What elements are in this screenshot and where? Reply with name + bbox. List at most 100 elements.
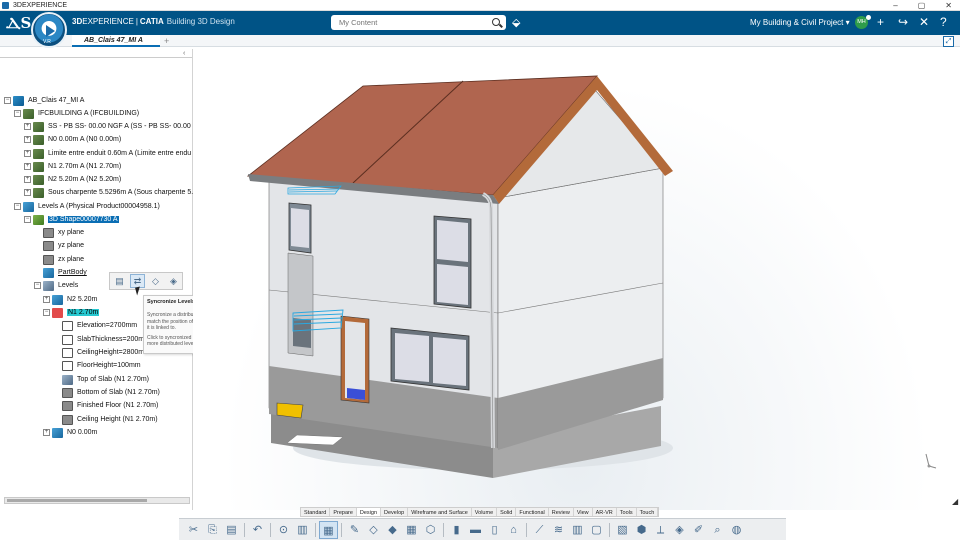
tab-document[interactable]: AB_Clais 47_MI A — [72, 35, 160, 47]
cube-icon[interactable]: ⬢ — [632, 521, 651, 539]
tree-node-ifc-building[interactable]: − IFCBUILDING A (IFCBUILDING) — [14, 107, 139, 120]
floor-icon[interactable]: ◆ — [383, 521, 402, 539]
space-icon[interactable]: ▧ — [613, 521, 632, 539]
expand-toggle[interactable]: + — [24, 150, 31, 157]
annotation-icon[interactable]: ✐ — [689, 521, 708, 539]
measure-icon[interactable]: ⟂ — [651, 521, 670, 539]
section-tab-touch[interactable]: Touch — [637, 508, 659, 516]
expand-toggle[interactable]: + — [24, 123, 31, 130]
floor-plane-icon[interactable]: ◇ — [148, 274, 163, 288]
section-tab-functional[interactable]: Functional — [516, 508, 549, 516]
expand-toggle[interactable]: + — [43, 296, 50, 303]
compass-axis-icon[interactable] — [923, 452, 937, 470]
structure-icon[interactable]: ⬡ — [421, 521, 440, 539]
section-tab-prepare[interactable]: Prepare — [330, 508, 357, 516]
tree-node-n2-level[interactable]: + N2 5.20m A (N2 5.20m) — [24, 173, 121, 186]
tree-node-xy-plane[interactable]: xy plane — [43, 226, 84, 239]
section-tab-solid[interactable]: Solid — [497, 508, 517, 516]
undo-icon[interactable]: ↶ — [248, 521, 267, 539]
opening-icon[interactable]: ▢ — [587, 521, 606, 539]
tree-node-3d-shape[interactable]: − 3D Shape00007730 A — [24, 213, 119, 226]
tree-node-sous-charpente[interactable]: + Sous charpente 5.5296m A (Sous charpent… — [24, 186, 197, 199]
sketch-icon[interactable]: ✎ — [345, 521, 364, 539]
tree-node-root[interactable]: − AB_Clais 47_MI A — [4, 94, 84, 107]
section-tab-standard[interactable]: Standard — [301, 508, 331, 516]
tree-node-n1[interactable]: − N1 2.70m — [43, 306, 100, 319]
expand-toggle[interactable]: + — [24, 163, 31, 170]
section-tab-review[interactable]: Review — [549, 508, 574, 516]
tree-node-zx-plane[interactable]: zx plane — [43, 253, 84, 266]
copy-icon[interactable]: ⎘ — [203, 521, 222, 539]
slab-icon[interactable]: ◇ — [364, 521, 383, 539]
tree-node-floor-height[interactable]: FloorHeight=100mm — [62, 359, 141, 372]
share-icon[interactable]: ↪ — [898, 15, 908, 29]
expand-toggle[interactable]: + — [24, 136, 31, 143]
tree-node-bottom-of-slab[interactable]: Bottom of Slab (N1 2.70m) — [62, 386, 160, 399]
tree-node-top-of-slab[interactable]: Top of Slab (N1 2.70m) — [62, 373, 149, 386]
wall-icon[interactable]: ▮ — [447, 521, 466, 539]
scissors-icon[interactable]: ✂ — [184, 521, 203, 539]
level-icon[interactable]: ▤ — [112, 274, 127, 288]
section-tab-view[interactable]: View — [574, 508, 593, 516]
maximize-button[interactable]: ▢ — [918, 0, 926, 11]
collapse-toggle[interactable]: − — [43, 309, 50, 316]
section-tab-tools[interactable]: Tools — [617, 508, 637, 516]
tree-node-ss-pb[interactable]: + SS - PB SS- 00.00 NGF A (SS - PB SS- 00… — [24, 120, 203, 133]
collapse-toggle[interactable]: − — [34, 282, 41, 289]
tree-node-ceiling-height[interactable]: Ceiling Height (N1 2.70m) — [62, 413, 158, 426]
book-icon[interactable]: ▥ — [293, 521, 312, 539]
house-model[interactable] — [193, 48, 960, 510]
tree-node-slab-thickness[interactable]: SlabThickness=200mm — [62, 333, 150, 346]
scroll-thumb[interactable] — [7, 499, 147, 502]
collapse-toggle[interactable]: − — [14, 203, 21, 210]
zoom-icon[interactable]: ⊙ — [274, 521, 293, 539]
grid-icon[interactable]: ▦ — [402, 521, 421, 539]
community-icon[interactable]: ✕ — [919, 15, 929, 29]
collapse-toggle[interactable]: − — [4, 97, 11, 104]
add-icon[interactable]: + — [877, 15, 884, 29]
search-tool-icon[interactable]: ⌕ — [708, 521, 727, 539]
tree-node-n2[interactable]: + N2 5.20m — [43, 293, 97, 306]
search-input[interactable] — [331, 18, 481, 27]
expand-toggle[interactable]: + — [24, 176, 31, 183]
close-button[interactable]: ✕ — [945, 0, 952, 11]
tree-node-limite[interactable]: + Limite entre enduit 0.60m A (Limite ent… — [24, 147, 191, 160]
fullscreen-icon[interactable]: ⤢ — [943, 36, 954, 47]
column-icon[interactable]: ▯ — [485, 521, 504, 539]
project-selector[interactable]: My Building & Civil Project ▾ — [750, 18, 850, 27]
tree-node-n0-level[interactable]: + N0 0.00m A (N0 0.00m) — [24, 133, 121, 146]
section-tab-volume[interactable]: Volume — [472, 508, 498, 516]
expand-toggle[interactable]: + — [24, 189, 31, 196]
section-tab-design[interactable]: Design — [356, 508, 382, 516]
levels-tool-icon[interactable]: ▦ — [319, 520, 338, 539]
help-icon[interactable]: ? — [940, 15, 947, 29]
tree-node-n1-level[interactable]: + N1 2.70m A (N1 2.70m) — [24, 160, 121, 173]
add-tab-button[interactable]: + — [164, 36, 169, 46]
collapse-toggle[interactable]: − — [24, 216, 31, 223]
tag-tool-icon[interactable]: ◈ — [670, 521, 689, 539]
minimize-button[interactable]: – — [893, 0, 897, 11]
globe-icon[interactable]: ◍ — [727, 521, 746, 539]
beam-icon[interactable]: ▬ — [466, 521, 485, 539]
tag-icon[interactable]: ⬙ — [512, 16, 520, 29]
tree-node-yz-plane[interactable]: yz plane — [43, 239, 84, 252]
ceiling-plane-icon[interactable]: ◈ — [166, 274, 181, 288]
railing-icon[interactable]: ≋ — [549, 521, 568, 539]
tree-horizontal-scrollbar[interactable] — [4, 497, 190, 504]
tree-node-partbody[interactable]: PartBody — [43, 266, 87, 279]
section-tab-wireframe-and-surface[interactable]: Wireframe and Surface — [408, 508, 472, 516]
tree-node-ceiling-height-param[interactable]: CeilingHeight=2800mm — [62, 346, 150, 359]
search-box[interactable] — [331, 15, 506, 30]
corner-arrow-icon[interactable]: ◢ — [952, 497, 958, 506]
3d-viewport[interactable] — [193, 48, 960, 510]
tree-node-levels[interactable]: − Levels — [34, 279, 78, 292]
stair-icon[interactable]: ⟋ — [530, 521, 549, 539]
tree-node-elevation[interactable]: Elevation=2700mm — [62, 319, 137, 332]
paste-icon[interactable]: ▤ — [222, 521, 241, 539]
compass-icon[interactable]: V.R — [31, 12, 67, 48]
curtain-wall-icon[interactable]: ▥ — [568, 521, 587, 539]
collapse-toggle[interactable]: − — [14, 110, 21, 117]
tree-node-n0[interactable]: + N0 0.00m — [43, 426, 97, 439]
search-icon[interactable] — [492, 18, 500, 26]
section-tab-ar-vr[interactable]: AR-VR — [593, 508, 617, 516]
